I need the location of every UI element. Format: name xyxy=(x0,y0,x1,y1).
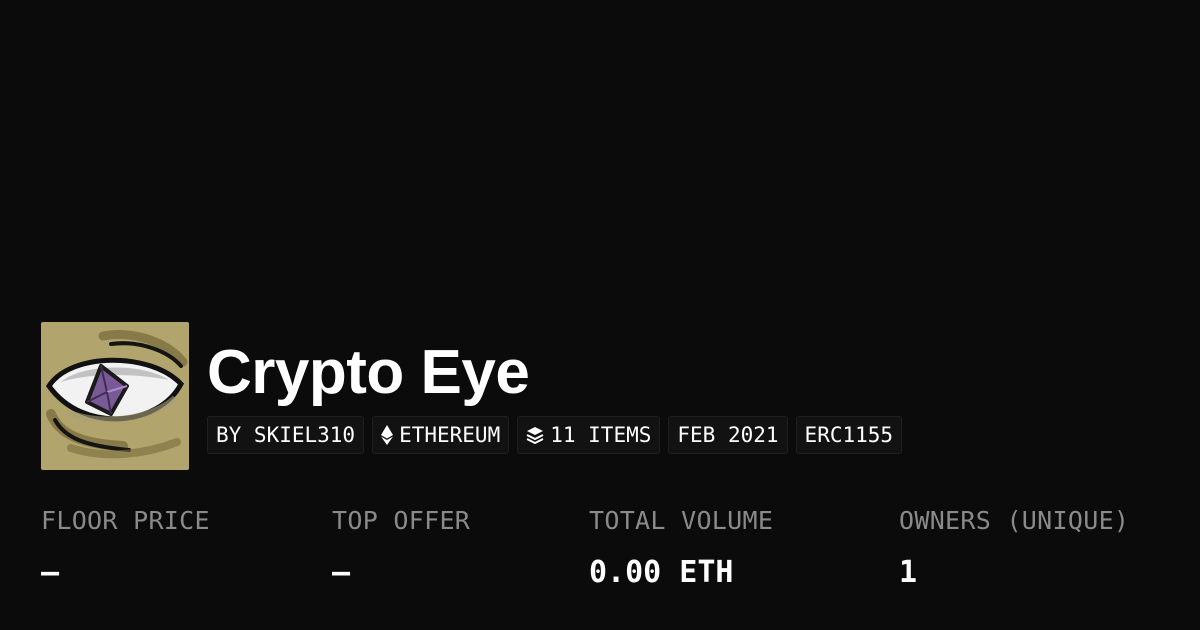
items-badge[interactable]: 11 ITEMS xyxy=(517,416,661,454)
token-standard-label: ERC1155 xyxy=(804,423,894,447)
eye-with-purple-gem-icon xyxy=(41,322,189,470)
created-date-badge: FEB 2021 xyxy=(668,416,788,454)
token-standard-badge: ERC1155 xyxy=(795,416,903,454)
creator-label: BY SKIEL310 xyxy=(216,423,356,447)
stat-floor-price: FLOOR PRICE – xyxy=(41,505,210,591)
stat-owners-unique: OWNERS (UNIQUE) 1 xyxy=(899,505,1129,591)
ethereum-icon xyxy=(381,425,394,445)
chain-label: ETHEREUM xyxy=(399,423,501,447)
stat-top-offer: TOP OFFER – xyxy=(332,505,470,591)
collection-avatar[interactable] xyxy=(41,322,189,470)
layers-icon xyxy=(526,426,544,444)
stat-label: OWNERS (UNIQUE) xyxy=(899,506,1130,535)
stats-row: FLOOR PRICE – TOP OFFER – TOTAL VOLUME 0… xyxy=(0,505,1200,605)
stat-value: 0.00 ETH xyxy=(589,555,734,590)
created-date-label: FEB 2021 xyxy=(677,423,779,447)
stat-label: FLOOR PRICE xyxy=(41,506,210,535)
stat-total-volume: TOTAL VOLUME 0.00 ETH xyxy=(589,505,773,591)
collection-header: Crypto Eye BY SKIEL310 ETHEREUM 11 ITEMS… xyxy=(41,322,903,470)
stat-value: – xyxy=(332,555,351,590)
creator-badge[interactable]: BY SKIEL310 xyxy=(207,416,365,454)
items-label: 11 ITEMS xyxy=(550,423,652,447)
stat-value: 1 xyxy=(899,555,918,590)
stat-label: TOP OFFER xyxy=(332,506,471,535)
collection-title: Crypto Eye xyxy=(207,338,530,407)
title-block: Crypto Eye BY SKIEL310 ETHEREUM 11 ITEMS… xyxy=(207,322,903,454)
chain-badge[interactable]: ETHEREUM xyxy=(372,416,510,454)
stat-label: TOTAL VOLUME xyxy=(589,506,774,535)
badge-row: BY SKIEL310 ETHEREUM 11 ITEMS FEB 2021 E… xyxy=(207,416,903,454)
stat-value: – xyxy=(41,555,60,590)
